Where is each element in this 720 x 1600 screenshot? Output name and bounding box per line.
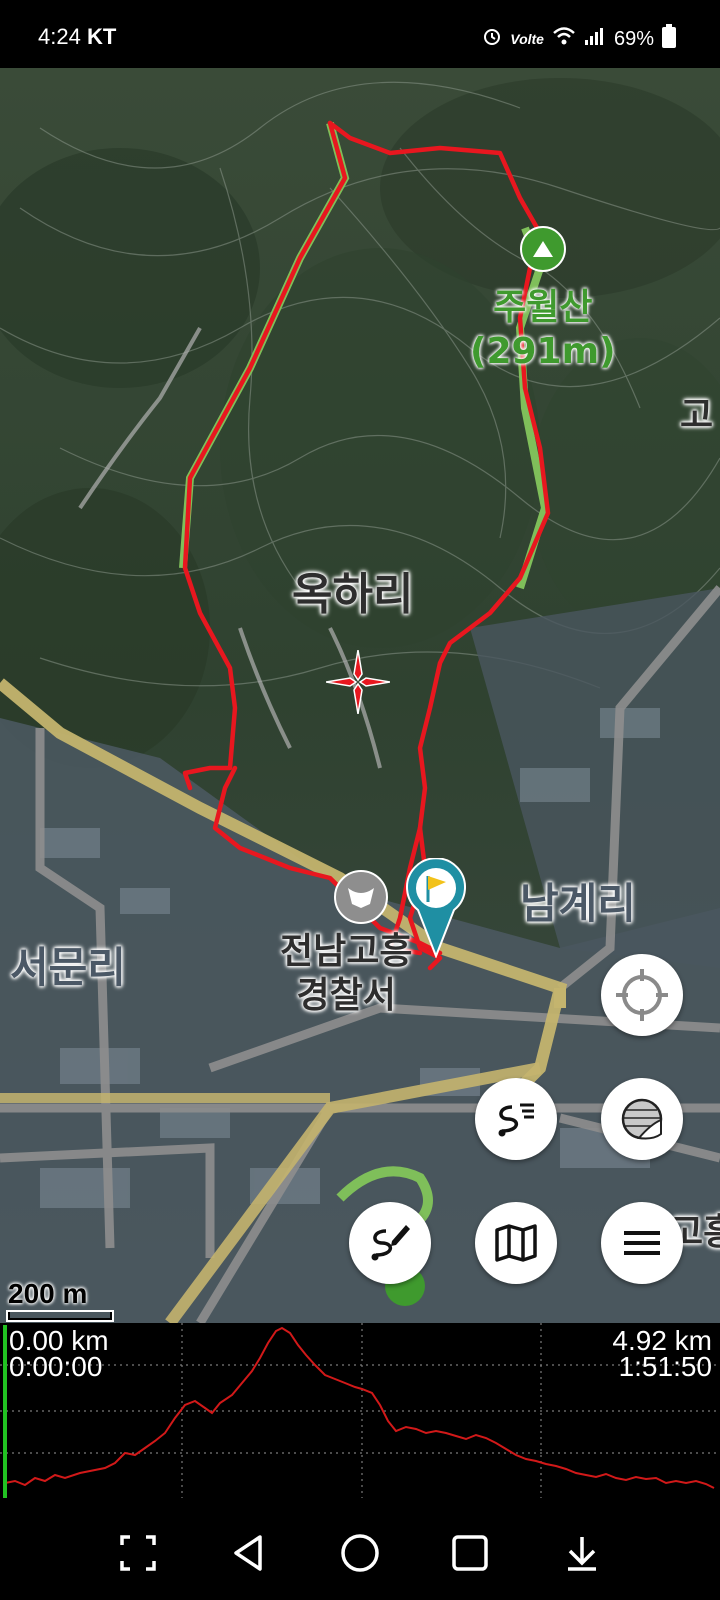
village-label-namgyeri: 남계리 [520,879,636,928]
peak-label: 주월산 (291m) [470,286,616,374]
village-label-okhari: 옥하리 [292,569,414,620]
map-scale-label: 200 m [8,1278,88,1309]
back-icon [234,1535,262,1571]
peak-name: 주월산 [493,287,593,328]
screenshot-icon [120,1535,156,1571]
map-layer-icon [621,1098,663,1140]
back-button[interactable] [218,1523,278,1583]
map-center-crosshair-icon [325,649,391,715]
police-station-label: 전남고흥 경찰서 [280,930,412,1018]
elevation-start-info: 0.00 km 0:00:00 [9,1327,109,1382]
police-label-line2: 경찰서 [296,975,396,1016]
alarm-icon [482,26,502,52]
volte-icon: Volte [510,31,544,47]
hide-navbar-icon [568,1537,596,1571]
status-time: 4:24 KT [38,24,116,50]
village-label-seomunri: 서문리 [10,943,126,992]
map-layer-button[interactable] [601,1078,683,1160]
police-label-line1: 전남고흥 [280,931,413,972]
draw-route-button[interactable] [349,1202,431,1284]
menu-icon [624,1231,660,1255]
edge-label-right: 고 [680,395,714,436]
start-time: 0:00:00 [9,1351,103,1382]
draw-route-icon [371,1225,410,1261]
map-view[interactable]: 주월산 (291m) 고 옥하리 남계리 서문리 전남고흥 경찰서 고흥 200… [0,68,720,1323]
screenshot-button[interactable] [108,1523,168,1583]
system-nav-bar [0,1503,720,1600]
status-icons: Volte 69% [482,24,676,54]
menu-button[interactable] [601,1202,683,1284]
home-button[interactable] [330,1523,390,1583]
start-flag-marker-icon[interactable] [406,857,466,959]
home-icon [341,1534,379,1572]
recents-icon [452,1535,488,1571]
wifi-icon [552,26,576,52]
folded-map-icon [495,1224,537,1262]
status-bar: 4:24 KT Volte 69% [0,0,720,68]
route-list-button[interactable] [475,1078,557,1160]
route-list-icon [498,1103,534,1137]
police-poi-icon[interactable] [334,870,388,924]
end-time: 1:51:50 [618,1351,712,1382]
battery-icon [662,24,676,54]
carrier-name: KT [86,24,117,49]
elevation-profile[interactable]: 0.00 km 0:00:00 4.92 km 1:51:50 [0,1323,720,1503]
battery-percent: 69% [613,27,654,50]
crosshair-locate-icon [616,969,668,1021]
clock: 4:24 [38,24,81,49]
locate-button[interactable] [601,954,683,1036]
hide-navbar-button[interactable] [552,1523,612,1583]
peak-icon [520,226,566,272]
elevation-line [4,1326,715,1489]
peak-elevation: (291m) [470,331,616,372]
elevation-end-info: 4.92 km 1:51:50 [612,1327,712,1382]
map-button[interactable] [475,1202,557,1284]
signal-icon [584,26,606,52]
recents-button[interactable] [440,1523,500,1583]
map-scale-bar [8,1312,112,1320]
